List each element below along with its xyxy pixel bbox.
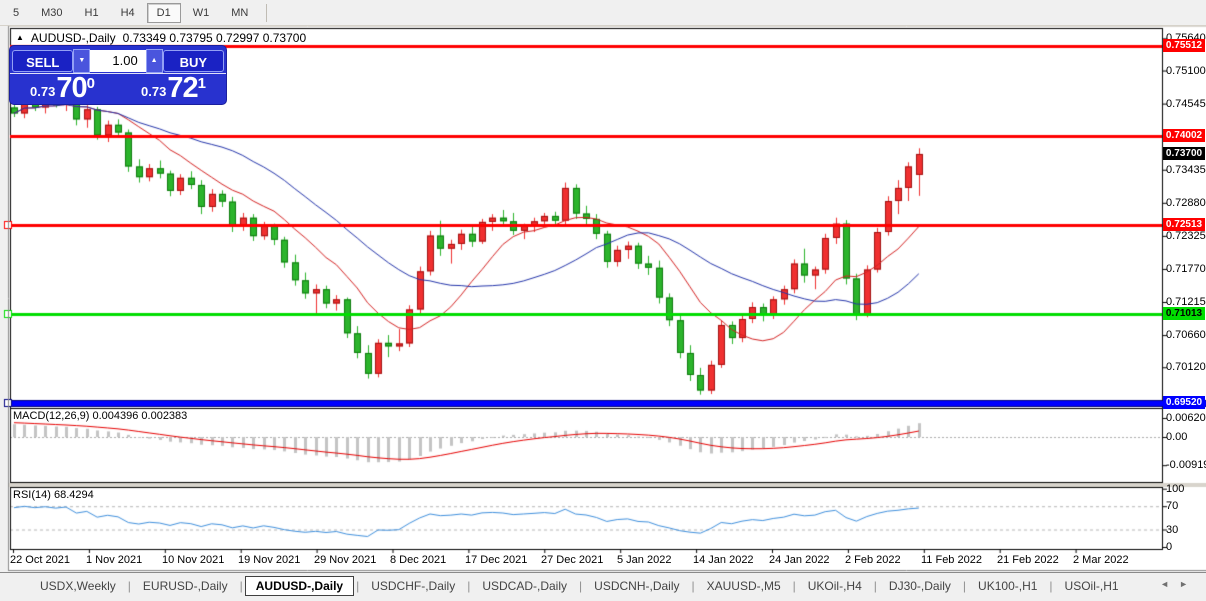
tab-audusd-daily[interactable]: AUDUSD-,Daily (245, 576, 354, 596)
buy-price-pip: 1 (198, 75, 206, 92)
tab-ukoil-h4[interactable]: UKOil-,H4 (798, 576, 872, 596)
tab-usdx-weekly[interactable]: USDX,Weekly (30, 576, 126, 596)
macd-tick-label: 0.00 (1166, 431, 1187, 443)
buy-price-main: 72 (167, 75, 197, 102)
sell-price-main: 70 (56, 75, 86, 102)
date-label: 21 Feb 2022 (997, 554, 1059, 566)
sell-price-prefix: 0.73 (30, 84, 55, 99)
sell-button[interactable]: SELL (12, 50, 73, 72)
price-tick-label: 0.75100 (1166, 65, 1206, 77)
tab-separator: | (579, 579, 582, 593)
macd-tick-label: 0.00620 (1166, 412, 1206, 424)
tab-xauusd-m5[interactable]: XAUUSD-,M5 (697, 576, 791, 596)
price-tick-label: 0.73435 (1166, 164, 1206, 176)
tab-usdchf-daily[interactable]: USDCHF-,Daily (361, 576, 465, 596)
level-price-badge: 0.72513 (1163, 218, 1205, 231)
level-price-badge: 0.74002 (1163, 129, 1205, 142)
date-label: 10 Nov 2021 (162, 554, 224, 566)
tab-separator: | (1049, 579, 1052, 593)
tab-separator: | (963, 579, 966, 593)
chart-symbol-label: AUDUSD-,Daily (31, 31, 116, 45)
chart-ohlc-values: 0.73349 0.73795 0.72997 0.73700 (123, 31, 307, 45)
tab-separator: | (240, 579, 243, 593)
volume-input[interactable]: 1.00 (90, 50, 145, 72)
rsi-tick-label: 30 (1166, 524, 1178, 536)
trade-panel-top-row: SELL ▼ 1.00 ▲ BUY (10, 46, 226, 74)
date-label: 11 Feb 2022 (921, 554, 982, 566)
collapse-panel-icon[interactable]: ▲ (16, 32, 24, 44)
price-tick-label: 0.71770 (1166, 263, 1206, 275)
sell-price-quote[interactable]: 0.73 70 0 (10, 74, 115, 103)
level-price-badge: 0.71013 (1163, 307, 1205, 320)
date-label: 1 Nov 2021 (86, 554, 142, 566)
level-price-badge: 0.75512 (1163, 39, 1205, 52)
date-label: 29 Nov 2021 (314, 554, 376, 566)
tab-separator: | (467, 579, 470, 593)
sell-price-pip: 0 (87, 75, 95, 92)
one-click-trade-panel: SELL ▼ 1.00 ▲ BUY 0.73 70 0 0.73 72 1 (10, 46, 226, 104)
tab-dj30-daily[interactable]: DJ30-,Daily (879, 576, 961, 596)
tabs-scroll-left-icon[interactable]: ◄ (1160, 579, 1179, 589)
tab-separator: | (874, 579, 877, 593)
trade-panel-quote-row: 0.73 70 0 0.73 72 1 (10, 74, 226, 103)
trading-terminal: 5M30H1H4D1W1MN ▲ AUDUSD-,Daily 0.73349 0… (0, 0, 1206, 601)
macd-indicator-label: MACD(12,26,9) 0.004396 0.002383 (13, 410, 187, 422)
date-label: 24 Jan 2022 (769, 554, 830, 566)
tab-usdcnh-daily[interactable]: USDCNH-,Daily (584, 576, 689, 596)
rsi-indicator-label: RSI(14) 68.4294 (13, 489, 94, 501)
tab-separator: | (692, 579, 695, 593)
buy-button[interactable]: BUY (163, 50, 224, 72)
volume-decrease-button[interactable]: ▼ (73, 49, 90, 73)
date-label: 5 Jan 2022 (617, 554, 671, 566)
tab-separator: | (793, 579, 796, 593)
macd-tick-label: -0.00919 (1166, 459, 1206, 471)
price-tick-label: 0.70120 (1166, 361, 1206, 373)
date-label: 27 Dec 2021 (541, 554, 603, 566)
price-tick-label: 0.74545 (1166, 98, 1206, 110)
date-label: 17 Dec 2021 (465, 554, 527, 566)
volume-increase-button[interactable]: ▲ (146, 49, 163, 73)
tab-eurusd-daily[interactable]: EURUSD-,Daily (133, 576, 238, 596)
symbol-tab-bar: USDX,Weekly|EURUSD-,Daily|AUDUSD-,Daily|… (0, 572, 1206, 599)
level-price-badge: 0.69520 (1163, 396, 1205, 409)
tab-separator: | (356, 579, 359, 593)
buy-price-prefix: 0.73 (141, 84, 166, 99)
date-label: 14 Jan 2022 (693, 554, 754, 566)
tab-usoil-h1[interactable]: USOil-,H1 (1055, 576, 1129, 596)
date-label: 2 Mar 2022 (1073, 554, 1129, 566)
buy-price-quote[interactable]: 0.73 72 1 (121, 74, 226, 103)
tabs-scroll-right-icon[interactable]: ► (1179, 579, 1198, 589)
rsi-tick-label: 70 (1166, 500, 1178, 512)
price-tick-label: 0.70660 (1166, 329, 1206, 341)
rsi-tick-label: 100 (1166, 483, 1184, 495)
date-label: 2 Feb 2022 (845, 554, 901, 566)
price-tick-label: 0.72880 (1166, 197, 1206, 209)
date-label: 22 Oct 2021 (10, 554, 70, 566)
tab-usdcad-daily[interactable]: USDCAD-,Daily (472, 576, 577, 596)
date-label: 8 Dec 2021 (390, 554, 446, 566)
rsi-tick-label: 0 (1166, 541, 1172, 553)
tab-uk100-h1[interactable]: UK100-,H1 (968, 576, 1047, 596)
current-price-badge: 0.73700 (1163, 147, 1205, 160)
tab-separator: | (128, 579, 131, 593)
price-tick-label: 0.72325 (1166, 230, 1206, 242)
date-label: 19 Nov 2021 (238, 554, 300, 566)
chart-title: ▲ AUDUSD-,Daily 0.73349 0.73795 0.72997 … (16, 31, 306, 45)
